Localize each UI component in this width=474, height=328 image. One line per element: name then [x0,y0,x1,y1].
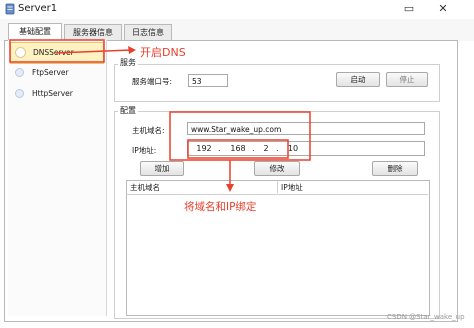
annotation-overlay [9,39,311,192]
annotation-open-dns: 开启DNS [140,46,186,59]
annotation-arrowhead-dns [128,46,136,54]
watermark: CSDN @Star_wake_up [387,313,465,321]
annotation-arrowhead-bind [226,184,234,192]
annotation-arrow-line-dns [55,49,133,54]
annotation-bind-note: 将域名和IP绑定 [184,201,257,213]
annotation-box-config [169,111,311,161]
annotation-box-ip [187,139,289,159]
